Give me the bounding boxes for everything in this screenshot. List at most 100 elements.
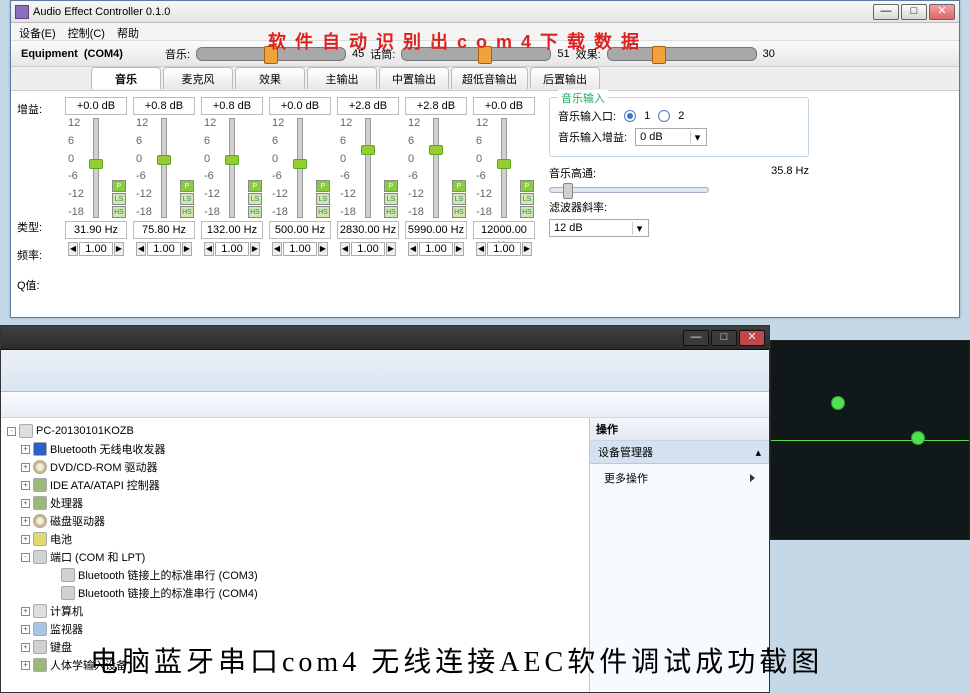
q-decrement[interactable]: ◀ [476,242,486,256]
menu-toolbar[interactable] [1,350,769,392]
minus-icon[interactable]: - [21,553,30,562]
tree-node[interactable]: + 监视器 [7,620,583,638]
plus-icon[interactable]: + [21,499,30,508]
tree-node[interactable]: + IDE ATA/ATAPI 控制器 [7,476,583,494]
gain-value[interactable]: +0.8 dB [133,97,195,115]
q-decrement[interactable]: ◀ [68,242,78,256]
q-increment[interactable]: ▶ [182,242,192,256]
tab-2[interactable]: 效果 [235,67,305,89]
input-gain-combo[interactable]: 0 dB ▾ [635,128,707,146]
q-increment[interactable]: ▶ [522,242,532,256]
freq-value[interactable]: 2830.00 Hz [337,221,399,239]
type-highshelf-button[interactable]: HS [452,206,466,218]
tree-leaf-com3[interactable]: Bluetooth 链接上的标准串行 (COM3) [7,566,583,584]
type-highshelf-button[interactable]: HS [316,206,330,218]
menu-control[interactable]: 控制(C) [68,25,105,38]
q-increment[interactable]: ▶ [114,242,124,256]
tree-node[interactable]: + 处理器 [7,494,583,512]
gain-slider[interactable]: 1260-6-12-18 P LS HS [66,118,126,218]
maximize-button[interactable]: □ [711,330,737,346]
tree-node[interactable]: + Bluetooth 无线电收发器 [7,440,583,458]
freq-value[interactable]: 5990.00 Hz [405,221,467,239]
close-button[interactable]: ✕ [739,330,765,346]
fx-slider[interactable] [607,47,757,61]
plus-icon[interactable]: + [21,643,30,652]
menu-device[interactable]: 设备(E) [19,25,56,38]
type-highshelf-button[interactable]: HS [112,206,126,218]
gain-slider[interactable]: 1260-6-12-18 P LS HS [474,118,534,218]
freq-value[interactable]: 75.80 Hz [133,221,195,239]
plus-icon[interactable]: + [21,481,30,490]
tab-1[interactable]: 麦克风 [163,67,233,89]
gain-value[interactable]: +0.0 dB [473,97,535,115]
tab-0[interactable]: 音乐 [91,67,161,89]
highpass-slider[interactable] [549,187,709,193]
q-increment[interactable]: ▶ [318,242,328,256]
gain-value[interactable]: +0.8 dB [201,97,263,115]
plus-icon[interactable]: + [21,445,30,454]
maximize-button[interactable]: □ [901,4,927,20]
tab-5[interactable]: 超低音输出 [451,67,528,89]
q-value[interactable]: 1.00 [419,242,453,256]
gain-slider[interactable]: 1260-6-12-18 P LS HS [202,118,262,218]
plus-icon[interactable]: + [21,463,30,472]
titlebar[interactable]: Audio Effect Controller 0.1.0 — □ ✕ [11,1,959,23]
gain-slider[interactable]: 1260-6-12-18 P LS HS [134,118,194,218]
q-value[interactable]: 1.00 [487,242,521,256]
tree-leaf-com4[interactable]: Bluetooth 链接上的标准串行 (COM4) [7,584,583,602]
plus-icon[interactable]: + [21,535,30,544]
gain-value[interactable]: +2.8 dB [337,97,399,115]
type-highshelf-button[interactable]: HS [180,206,194,218]
freq-value[interactable]: 31.90 Hz [65,221,127,239]
tree-node[interactable]: + 计算机 [7,602,583,620]
music-slider[interactable] [196,47,346,61]
tree-node-ports[interactable]: - 端口 (COM 和 LPT) [7,548,583,566]
type-peak-button[interactable]: P [180,180,194,192]
tree-node[interactable]: + DVD/CD-ROM 驱动器 [7,458,583,476]
q-value[interactable]: 1.00 [283,242,317,256]
more-actions[interactable]: 更多操作 [590,464,769,492]
type-peak-button[interactable]: P [452,180,466,192]
input-port-radio-1[interactable] [624,110,636,122]
type-lowshelf-button[interactable]: LS [520,193,534,205]
titlebar[interactable]: — □ ✕ [1,326,769,350]
q-value[interactable]: 1.00 [351,242,385,256]
gain-slider[interactable]: 1260-6-12-18 P LS HS [406,118,466,218]
type-lowshelf-button[interactable]: LS [112,193,126,205]
gain-value[interactable]: +0.0 dB [269,97,331,115]
plus-icon[interactable]: + [21,625,30,634]
tree-node[interactable]: + 磁盘驱动器 [7,512,583,530]
type-lowshelf-button[interactable]: LS [316,193,330,205]
close-button[interactable]: ✕ [929,4,955,20]
type-lowshelf-button[interactable]: LS [384,193,398,205]
type-peak-button[interactable]: P [384,180,398,192]
plus-icon[interactable]: + [21,661,30,670]
tree-root[interactable]: - PC-20130101KOZB [7,422,583,440]
q-increment[interactable]: ▶ [454,242,464,256]
q-increment[interactable]: ▶ [386,242,396,256]
actions-subheader[interactable]: 设备管理器 ▴ [590,441,769,464]
freq-value[interactable]: 132.00 Hz [201,221,263,239]
type-lowshelf-button[interactable]: LS [452,193,466,205]
freq-value[interactable]: 500.00 Hz [269,221,331,239]
filter-slope-combo[interactable]: 12 dB ▾ [549,219,649,237]
q-value[interactable]: 1.00 [79,242,113,256]
menu-help[interactable]: 帮助 [117,25,139,38]
q-increment[interactable]: ▶ [250,242,260,256]
q-value[interactable]: 1.00 [215,242,249,256]
q-value[interactable]: 1.00 [147,242,181,256]
input-port-radio-2[interactable] [658,110,670,122]
gain-slider[interactable]: 1260-6-12-18 P LS HS [338,118,398,218]
q-decrement[interactable]: ◀ [272,242,282,256]
tab-6[interactable]: 后置输出 [530,67,600,89]
plus-icon[interactable]: + [21,517,30,526]
gain-value[interactable]: +2.8 dB [405,97,467,115]
type-highshelf-button[interactable]: HS [384,206,398,218]
type-peak-button[interactable]: P [112,180,126,192]
tab-3[interactable]: 主输出 [307,67,377,89]
type-highshelf-button[interactable]: HS [520,206,534,218]
type-peak-button[interactable]: P [316,180,330,192]
plus-icon[interactable]: + [21,607,30,616]
tab-4[interactable]: 中置输出 [379,67,449,89]
q-decrement[interactable]: ◀ [408,242,418,256]
